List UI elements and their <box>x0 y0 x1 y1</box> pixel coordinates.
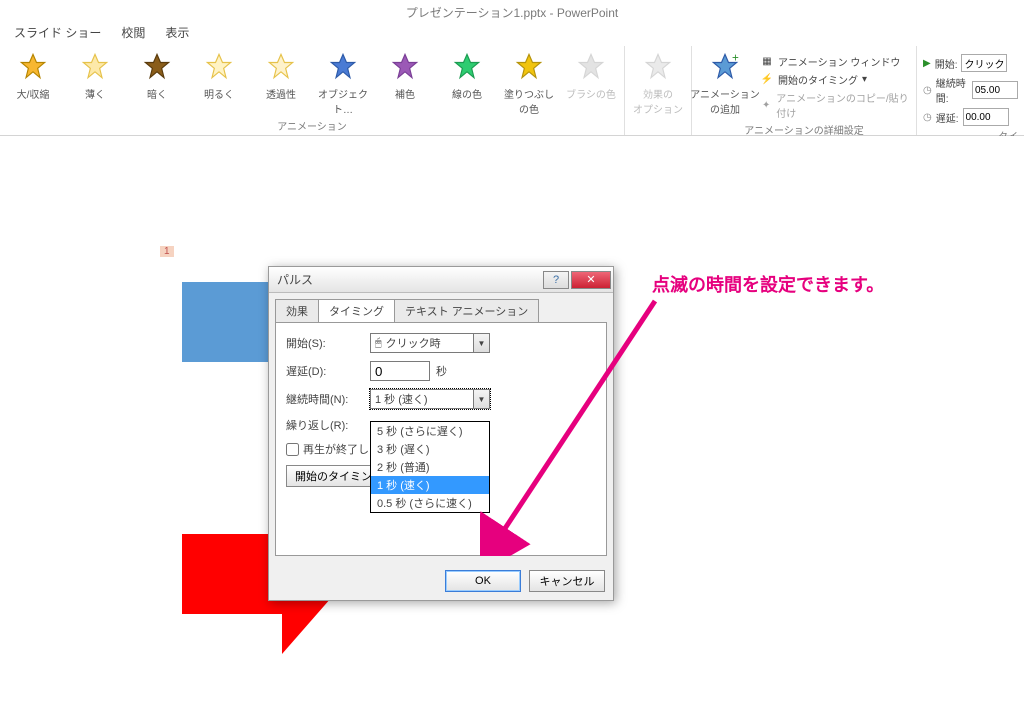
chevron-down-icon[interactable]: ▼ <box>473 390 489 408</box>
duration-dropdown: 5 秒 (さらに遅く) 3 秒 (遅く) 2 秒 (普通) 1 秒 (速く) 0… <box>370 421 490 513</box>
cancel-button[interactable]: キャンセル <box>529 570 605 592</box>
dialog-titlebar[interactable]: パルス ? ✕ <box>269 267 613 293</box>
pulse-dialog: パルス ? ✕ 効果 タイミング テキスト アニメーション 開始(S): 🖱 ク… <box>268 266 614 601</box>
ribbon-group-effect-options: 効果の オプション <box>625 46 692 135</box>
clock-icon: ◷ <box>923 112 932 123</box>
anim-brush-color[interactable]: ブラシの色 <box>564 50 618 116</box>
ribbon: 大/収縮 薄く 暗く 明るく 透過性 オブジェクト… 補色 線の色 塗りつぶしの… <box>0 46 1024 136</box>
tab-slideshow[interactable]: スライド ショー <box>14 24 101 46</box>
window-title: プレゼンテーション1.pptx - PowerPoint <box>0 0 1024 24</box>
delay-label: 遅延(D): <box>286 363 370 379</box>
tab-view[interactable]: 表示 <box>165 24 189 46</box>
duration-option[interactable]: 1 秒 (速く) <box>371 476 489 494</box>
duration-option[interactable]: 2 秒 (普通) <box>371 458 489 476</box>
pane-icon: ▦ <box>760 55 774 69</box>
svg-text:+: + <box>732 52 739 64</box>
anim-darken[interactable]: 暗く <box>130 50 184 116</box>
ribbon-tabs: スライド ショー 校閲 表示 <box>0 24 1024 46</box>
delay-input[interactable] <box>370 361 430 381</box>
timing-duration-input[interactable] <box>972 81 1018 99</box>
clock-icon: ◷ <box>923 85 932 96</box>
dialog-tabs: 効果 タイミング テキスト アニメーション <box>269 293 613 322</box>
effect-options-button[interactable]: 効果の オプション <box>631 50 685 116</box>
animation-order-badge[interactable]: 1 <box>160 246 174 257</box>
painter-icon: ✦ <box>760 98 772 112</box>
rewind-label: 再生が終了し <box>303 441 369 457</box>
timing-start-row: ▶ 開始: <box>923 54 1018 72</box>
tab-review[interactable]: 校閲 <box>121 24 145 46</box>
close-icon: ✕ <box>586 273 595 286</box>
duration-option[interactable]: 0.5 秒 (さらに速く) <box>371 494 489 512</box>
anim-grow-shrink[interactable]: 大/収縮 <box>6 50 60 116</box>
duration-option[interactable]: 5 秒 (さらに遅く) <box>371 422 489 440</box>
duration-combo[interactable]: 1 秒 (速く) ▼ <box>370 389 490 409</box>
timing-start-input[interactable] <box>961 54 1007 72</box>
anim-desaturate[interactable]: 薄く <box>68 50 122 116</box>
repeat-label: 繰り返し(R): <box>286 417 370 433</box>
anim-line-color[interactable]: 線の色 <box>440 50 494 116</box>
anim-lighten[interactable]: 明るく <box>192 50 246 116</box>
play-icon: ▶ <box>923 58 931 69</box>
animation-gallery[interactable]: 大/収縮 薄く 暗く 明るく 透過性 オブジェクト… 補色 線の色 塗りつぶしの… <box>6 50 618 116</box>
delay-unit: 秒 <box>436 363 447 379</box>
advanced-stack: ▦アニメーション ウィンドウ ⚡開始のタイミング ▾ ✦アニメーションのコピー/… <box>760 50 910 120</box>
start-combo[interactable]: 🖱 クリック時 ▼ <box>370 333 490 353</box>
anim-fill-color[interactable]: 塗りつぶしの色 <box>502 50 556 116</box>
slide-canvas: 1 パルス ? ✕ 効果 タイミング テキスト アニメーション 開始(S): 🖱… <box>0 136 1024 718</box>
dialog-title-text: パルス <box>277 271 313 288</box>
dialog-tab-timing[interactable]: タイミング <box>318 299 395 322</box>
animation-painter-button[interactable]: ✦アニメーションのコピー/貼り付け <box>760 90 910 120</box>
anim-transparency[interactable]: 透過性 <box>254 50 308 116</box>
dialog-close-button[interactable]: ✕ <box>571 271 611 289</box>
animation-pane-button[interactable]: ▦アニメーション ウィンドウ <box>760 54 910 69</box>
anim-object-color[interactable]: オブジェクト… <box>316 50 370 116</box>
timing-delay-input[interactable] <box>963 108 1009 126</box>
add-animation-button[interactable]: +アニメーション の追加 <box>698 50 752 120</box>
dialog-body: 開始(S): 🖱 クリック時 ▼ 遅延(D): 秒 継続時間(N): 1 秒 (… <box>275 322 607 556</box>
dialog-tab-text[interactable]: テキスト アニメーション <box>394 299 539 322</box>
dialog-help-button[interactable]: ? <box>543 271 569 289</box>
group-caption-animation: アニメーション <box>6 116 618 133</box>
lightning-icon: ⚡ <box>760 73 774 87</box>
trigger-button[interactable]: ⚡開始のタイミング ▾ <box>760 72 910 87</box>
anim-complementary[interactable]: 補色 <box>378 50 432 116</box>
rewind-checkbox[interactable] <box>286 443 299 456</box>
dialog-footer: OK キャンセル <box>269 562 613 600</box>
group-caption-advanced: アニメーションの詳細設定 <box>698 120 910 137</box>
timing-duration-row: ◷ 継続時間: <box>923 75 1018 105</box>
duration-option[interactable]: 3 秒 (遅く) <box>371 440 489 458</box>
callout-text: 点滅の時間を設定できます。 <box>652 271 884 297</box>
mouse-icon: 🖱 <box>375 337 382 350</box>
ribbon-group-timing: ▶ 開始: ◷ 継続時間: ◷ 遅延: タイ <box>917 46 1024 135</box>
start-label: 開始(S): <box>286 335 370 351</box>
chevron-down-icon[interactable]: ▼ <box>473 334 489 352</box>
ribbon-group-animation: 大/収縮 薄く 暗く 明るく 透過性 オブジェクト… 補色 線の色 塗りつぶしの… <box>0 46 625 135</box>
timing-delay-row: ◷ 遅延: <box>923 108 1018 126</box>
ribbon-group-advanced: +アニメーション の追加 ▦アニメーション ウィンドウ ⚡開始のタイミング ▾ … <box>692 46 917 135</box>
dialog-tab-effect[interactable]: 効果 <box>275 299 319 322</box>
ok-button[interactable]: OK <box>445 570 521 592</box>
duration-label: 継続時間(N): <box>286 391 370 407</box>
